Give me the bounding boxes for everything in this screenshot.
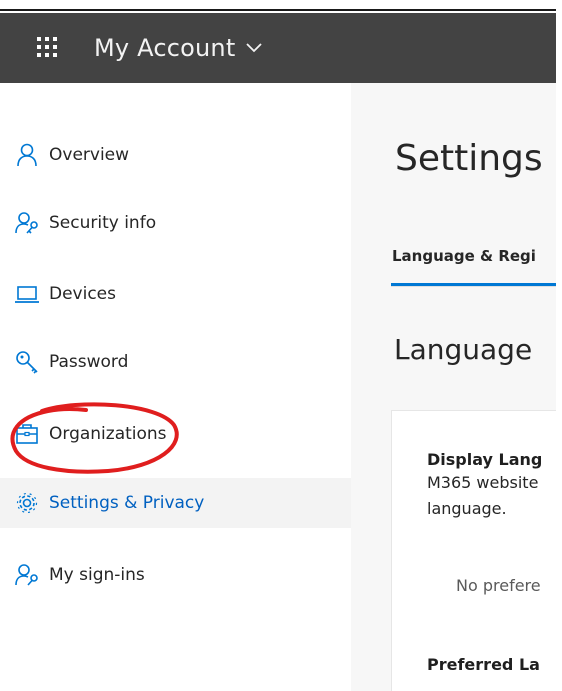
tab-language-region[interactable]: Language & Regi: [392, 247, 536, 265]
gear-icon: [16, 492, 38, 514]
display-language-description: M365 website: [427, 473, 539, 492]
briefcase-icon: [16, 424, 38, 444]
top-bar: My Account: [0, 13, 556, 83]
tab-active-indicator: [391, 283, 556, 286]
section-title: Language: [394, 333, 533, 366]
display-language-label: Display Lang: [427, 450, 543, 469]
person-icon: [17, 143, 37, 167]
window-top-edge: [0, 0, 556, 11]
sidebar-item-devices[interactable]: Devices: [0, 269, 351, 319]
sidebar-item-label: Password: [49, 352, 129, 372]
key-icon: [16, 351, 38, 374]
display-language-description-cont: language.: [427, 499, 507, 518]
settings-content: Settings Language & Regi Language Displa…: [351, 83, 556, 691]
app-title-menu[interactable]: My Account: [94, 31, 263, 65]
tab-divider: [391, 286, 556, 287]
sidebar-item-label: Devices: [49, 284, 116, 304]
sidebar-item-label: My sign-ins: [49, 565, 145, 585]
sidebar-item-password[interactable]: Password: [0, 337, 351, 387]
sidebar-item-my-sign-ins[interactable]: My sign-ins: [0, 550, 351, 600]
chevron-down-icon: [246, 43, 263, 53]
sidebar-item-organizations[interactable]: Organizations: [0, 409, 351, 459]
app-launcher-icon[interactable]: [36, 36, 58, 58]
sidebar-item-label: Security info: [49, 213, 157, 233]
display-language-value: No prefere: [456, 576, 541, 595]
sidebar-item-label: Overview: [49, 145, 130, 165]
sidebar-item-settings-privacy[interactable]: Settings & Privacy: [0, 478, 351, 528]
page-title: Settings: [395, 138, 543, 179]
laptop-icon: [15, 286, 39, 303]
sidebar-item-label: Settings & Privacy: [49, 493, 205, 513]
screenshot-frame: My Account Overview Security info Device…: [0, 0, 562, 691]
screenshot-right-edge: [556, 0, 562, 691]
language-card: Display Lang M365 website language. No p…: [391, 410, 556, 691]
sidebar-nav: Overview Security info Devices Password …: [0, 83, 351, 691]
person-key-icon: [15, 564, 38, 586]
sidebar-item-overview[interactable]: Overview: [0, 130, 351, 180]
app-title: My Account: [94, 34, 236, 62]
sidebar-item-security-info[interactable]: Security info: [0, 198, 351, 248]
person-key-icon: [15, 212, 38, 234]
preferred-language-label: Preferred La: [427, 655, 540, 674]
sidebar-item-label: Organizations: [49, 424, 167, 444]
